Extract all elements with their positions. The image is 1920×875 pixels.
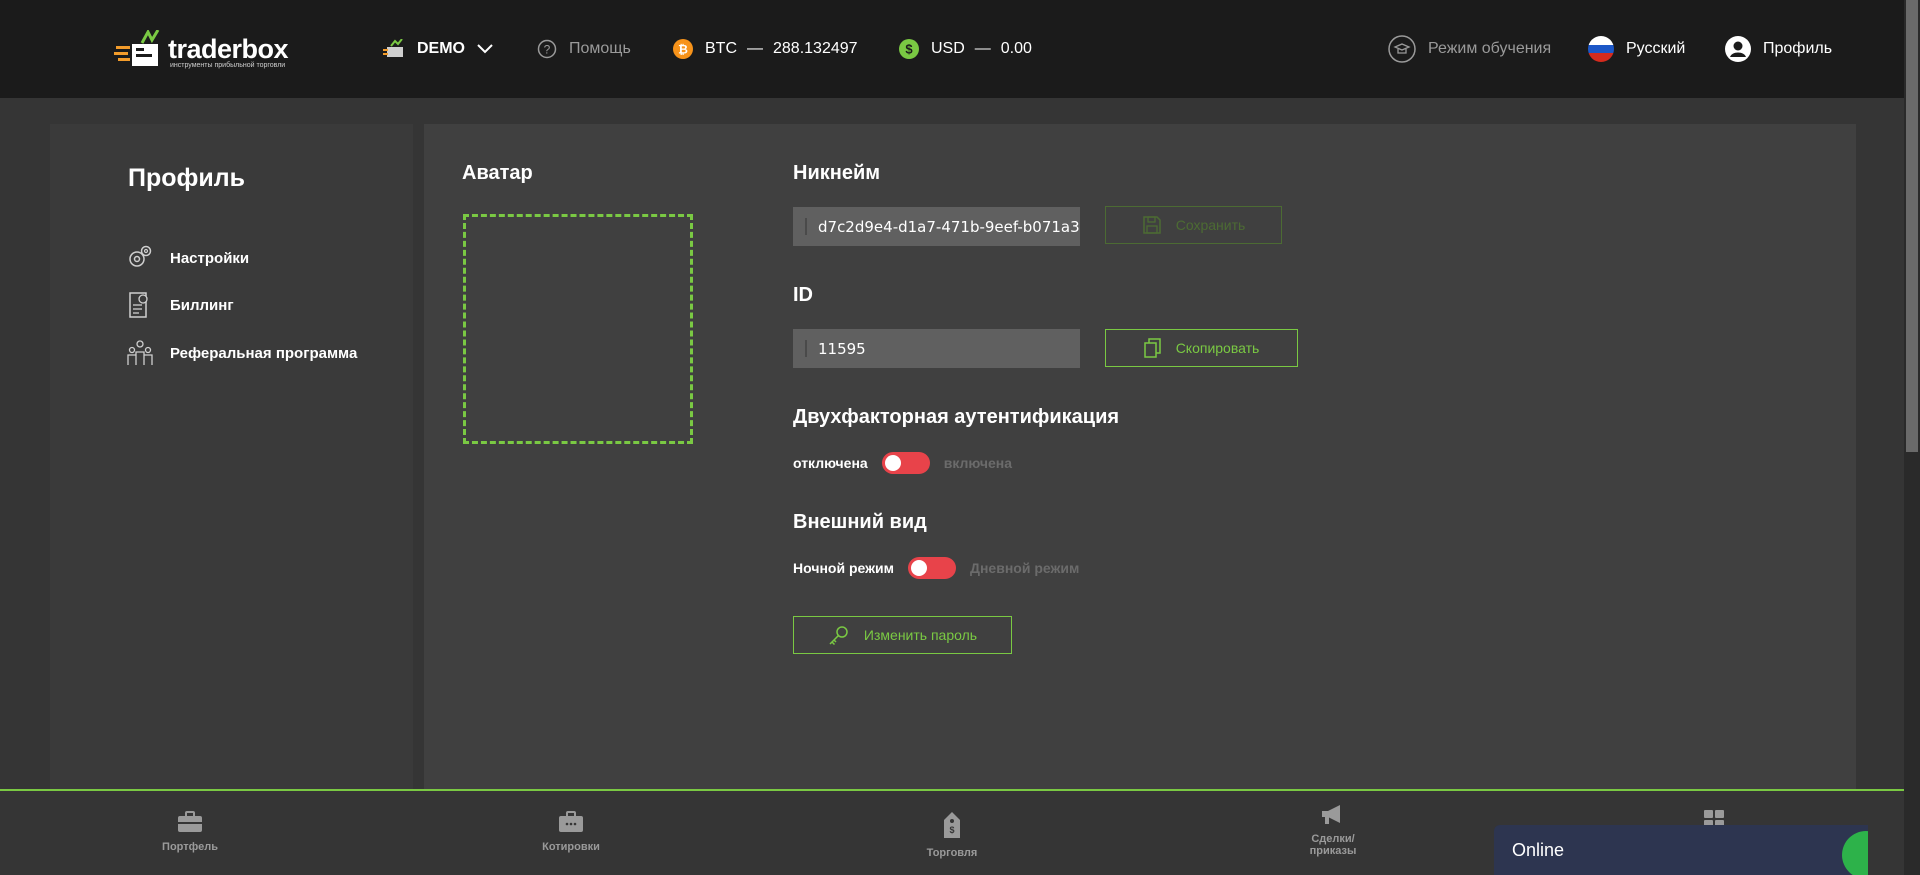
svg-text:$: $ bbox=[905, 42, 913, 57]
nickname-field[interactable]: d7c2d9e4-d1a7-471b-9eef-b071a3 bbox=[793, 207, 1080, 246]
copy-label: Скопировать bbox=[1175, 340, 1260, 356]
question-icon: ? bbox=[537, 39, 557, 59]
logo-tagline: инструменты прибыльной торговли bbox=[170, 62, 286, 69]
help-label: Помощь bbox=[569, 40, 631, 57]
btc-dash: — bbox=[747, 40, 763, 57]
sidebar-item-label: Настройки bbox=[170, 249, 250, 267]
key-icon bbox=[829, 626, 848, 646]
sidebar-item-referral[interactable]: Реферальная программа bbox=[126, 339, 357, 367]
traderbox-logo[interactable]: traderbox инструменты прибыльной торговл… bbox=[114, 28, 294, 72]
two-factor-toggle[interactable] bbox=[881, 452, 930, 474]
nav-deals-label-line2: приказы bbox=[1309, 845, 1357, 857]
copy-icon bbox=[1143, 338, 1161, 358]
nav-trading-label: Торговля bbox=[926, 847, 978, 859]
online-chat-widget[interactable]: Online bbox=[1494, 825, 1868, 875]
quotes-case-icon bbox=[559, 811, 583, 832]
training-mode-link[interactable]: Режим обучения bbox=[1388, 35, 1552, 63]
help-link[interactable]: ? Помощь bbox=[537, 36, 631, 62]
floppy-disk-icon bbox=[1142, 216, 1161, 234]
profile-link[interactable]: Профиль bbox=[1725, 36, 1832, 62]
usd-balance: $ USD — 0.00 bbox=[899, 36, 1032, 62]
nav-portfolio[interactable]: Портфель bbox=[130, 811, 250, 853]
avatar-upload-area[interactable] bbox=[463, 214, 693, 444]
id-title: ID bbox=[793, 284, 813, 306]
briefcase-icon bbox=[178, 811, 202, 832]
gears-icon bbox=[129, 245, 152, 267]
svg-text:?: ? bbox=[544, 43, 551, 57]
sidebar-item-settings[interactable]: Настройки bbox=[126, 244, 249, 272]
language-label: Русский bbox=[1626, 40, 1686, 57]
usd-label: USD bbox=[931, 40, 965, 57]
logo-icon bbox=[114, 28, 160, 66]
user-icon bbox=[1725, 36, 1751, 62]
scrollbar-thumb[interactable] bbox=[1906, 0, 1918, 452]
nav-portfolio-label: Портфель bbox=[162, 841, 218, 853]
svg-text:₿: ₿ bbox=[678, 43, 688, 57]
save-label: Сохранить bbox=[1175, 217, 1246, 233]
online-status-indicator bbox=[1842, 831, 1868, 875]
appearance-title: Внешний вид bbox=[793, 511, 927, 533]
two-factor-on-label: включена bbox=[943, 455, 1012, 471]
bitcoin-icon: ₿ bbox=[673, 39, 693, 59]
people-icon bbox=[127, 340, 153, 365]
top-header: traderbox инструменты прибыльной торговл… bbox=[0, 0, 1904, 98]
usd-dash: — bbox=[974, 40, 991, 57]
graduation-cap-icon bbox=[1388, 35, 1416, 63]
toggle-knob bbox=[884, 455, 901, 471]
change-password-label: Изменить пароль bbox=[863, 627, 978, 643]
profile-settings-panel: Аватар Никнейм d7c2d9e4-d1a7-471b-9eef-b… bbox=[424, 124, 1856, 789]
btc-value: 288.132497 bbox=[773, 40, 858, 57]
theme-toggle[interactable] bbox=[908, 557, 956, 579]
toggle-knob bbox=[911, 560, 927, 576]
save-button[interactable]: Сохранить bbox=[1105, 206, 1282, 244]
account-label: DEMO bbox=[417, 40, 465, 57]
chat-status-label: Online bbox=[1512, 839, 1565, 860]
training-label: Режим обучения bbox=[1428, 40, 1552, 57]
nav-quotes-label: Котировки bbox=[542, 841, 600, 853]
change-password-button[interactable]: Изменить пароль bbox=[793, 616, 1012, 654]
profile-sidebar: Профиль Настройки Биллинг Реферальная пр… bbox=[50, 124, 413, 789]
svg-text:$: $ bbox=[949, 825, 954, 835]
sidebar-item-label: Биллинг bbox=[170, 296, 234, 314]
copy-button[interactable]: Скопировать bbox=[1105, 329, 1298, 367]
two-factor-off-label: отключена bbox=[793, 455, 868, 471]
nav-quotes[interactable]: Котировки bbox=[511, 811, 631, 853]
nav-trading[interactable]: $ Торговля bbox=[892, 811, 1012, 859]
btc-label: BTC bbox=[705, 40, 737, 57]
theme-toggle-row: Ночной режим Дневной режим bbox=[793, 557, 1079, 579]
nav-deals-label-line1: Сделки/ bbox=[1311, 833, 1355, 845]
btc-balance: ₿ BTC — 288.132497 bbox=[673, 36, 858, 62]
account-switcher[interactable]: DEMO bbox=[383, 36, 493, 62]
avatar-title: Аватар bbox=[462, 162, 533, 184]
language-switcher[interactable]: Русский bbox=[1588, 36, 1685, 62]
usd-value: 0.00 bbox=[1000, 40, 1032, 57]
dollar-icon: $ bbox=[899, 39, 919, 59]
megaphone-icon bbox=[1322, 805, 1340, 824]
price-tag-icon: $ bbox=[944, 812, 960, 838]
sidebar-item-label: Реферальная программа bbox=[170, 344, 358, 362]
profile-label: Профиль bbox=[1763, 40, 1833, 57]
chevron-down-icon bbox=[477, 44, 493, 54]
two-factor-title: Двухфакторная аутентификация bbox=[793, 406, 1120, 428]
nickname-title: Никнейм bbox=[793, 162, 881, 184]
sidebar-item-billing[interactable]: Биллинг bbox=[126, 291, 234, 319]
id-field[interactable]: 11595 bbox=[793, 329, 1080, 368]
nav-deals-orders[interactable]: Сделки/ приказы bbox=[1273, 803, 1393, 857]
billing-icon bbox=[129, 292, 148, 318]
two-factor-toggle-row: отключена включена bbox=[793, 452, 1012, 474]
demo-account-icon bbox=[383, 39, 405, 59]
russia-flag-icon bbox=[1588, 36, 1614, 62]
sidebar-title: Профиль bbox=[128, 164, 246, 192]
logo-text: traderbox bbox=[168, 34, 289, 64]
day-mode-label: Дневной режим bbox=[970, 560, 1080, 576]
night-mode-label: Ночной режим bbox=[793, 560, 894, 576]
